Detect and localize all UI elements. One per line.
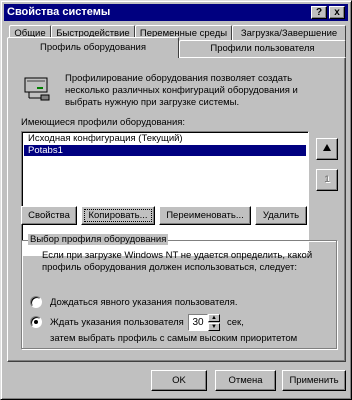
move-down-button[interactable]: 1 — [316, 169, 338, 191]
wait-user-radio[interactable] — [30, 296, 42, 308]
apply-button[interactable]: Применить — [282, 370, 346, 391]
delete-button[interactable]: Удалить — [255, 206, 307, 225]
move-up-button[interactable] — [316, 138, 338, 160]
spin-down-button[interactable]: ▼ — [208, 323, 220, 331]
copy-button[interactable]: Копировать... — [81, 206, 155, 225]
help-button[interactable]: ? — [311, 6, 327, 19]
profile-selection-group: Выбор профиля оборудования Если при загр… — [21, 234, 337, 349]
wait-user-label[interactable]: Дождаться явного указания пользователя. — [50, 297, 238, 308]
timeout-radio[interactable] — [30, 316, 42, 328]
ok-button[interactable]: OK — [151, 370, 207, 391]
timeout-label[interactable]: Ждать указания пользователя — [50, 317, 184, 328]
window-title: Свойства системы — [7, 6, 111, 18]
close-button[interactable]: x — [329, 6, 345, 19]
list-item[interactable]: Potabs1 — [24, 145, 306, 156]
profiles-list-label: Имеющиеся профили оборудования: — [21, 117, 186, 128]
system-properties-window: Свойства системы ? x Общие Быстродействи… — [0, 0, 352, 400]
hardware-profiles-description: Профилирование оборудования позволяет со… — [65, 73, 298, 108]
timeout-note: затем выбрать профиль с самым высоким пр… — [50, 333, 298, 344]
rename-button[interactable]: Переименовать... — [159, 206, 251, 225]
tab-user-profiles[interactable]: Профили пользователя — [179, 40, 346, 58]
hardware-profile-icon — [21, 73, 53, 101]
tab-hardware-profiles[interactable]: Профиль оборудования — [7, 37, 179, 58]
radio-selected-dot — [34, 320, 38, 324]
properties-button[interactable]: Свойства — [21, 206, 77, 225]
title-bar[interactable]: Свойства системы ? x — [4, 4, 348, 21]
group-description: Если при загрузке Windows NT не удается … — [42, 250, 313, 273]
list-item[interactable]: Исходная конфигурация (Текущий) — [24, 133, 306, 144]
group-legend: Выбор профиля оборудования — [28, 234, 169, 245]
seconds-label: сек, — [227, 317, 244, 328]
arrow-up-icon — [323, 144, 331, 151]
tab-panel: Профилирование оборудования позволяет со… — [7, 57, 346, 362]
cancel-button[interactable]: Отмена — [215, 370, 276, 391]
timeout-seconds-input[interactable]: 30 — [188, 314, 208, 331]
spin-up-button[interactable]: ▲ — [208, 314, 220, 322]
